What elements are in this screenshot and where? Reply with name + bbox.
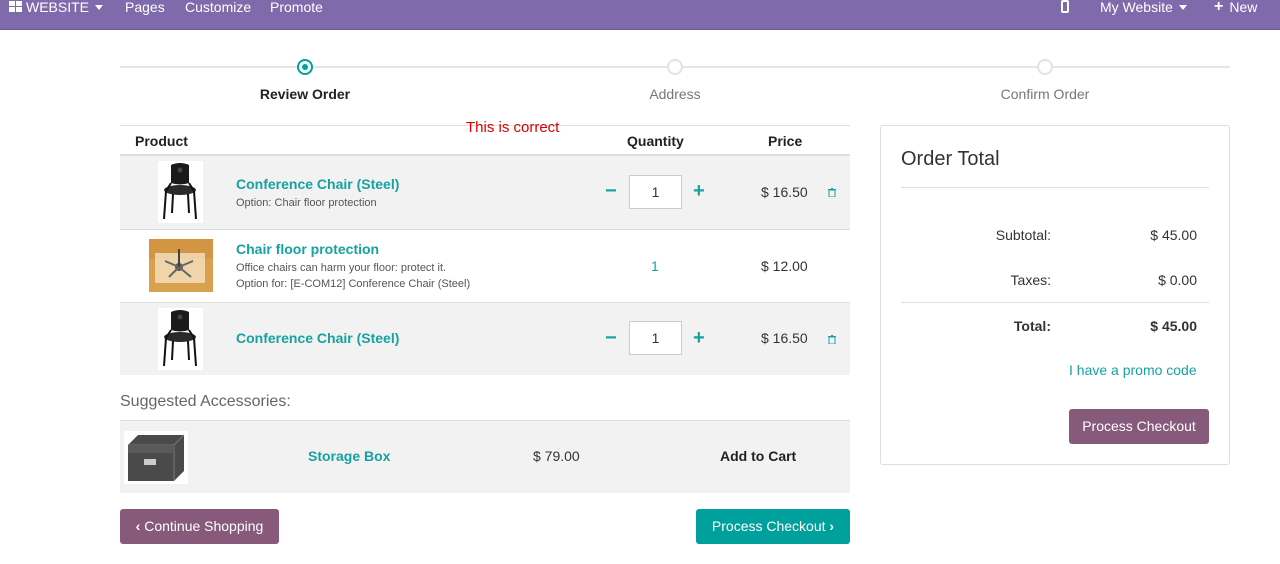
total-label: Total:: [1013, 318, 1051, 334]
quantity-value: 1: [651, 258, 659, 274]
trash-icon[interactable]: [828, 335, 836, 344]
quantity-plus-button[interactable]: +: [693, 181, 705, 201]
new-button[interactable]: + New: [1214, 0, 1257, 30]
storage-box-image: [124, 431, 188, 484]
suggested-accessories-title: Suggested Accessories:: [120, 393, 291, 410]
mobile-preview-button[interactable]: [1061, 0, 1069, 30]
caret-down-icon: [1178, 5, 1187, 10]
header-price: Price: [768, 133, 803, 149]
suggested-item-row: Storage Box $ 79.00 Add to Cart: [120, 420, 850, 493]
site-selector-label: My Website: [1100, 0, 1173, 15]
header-quantity: Quantity: [627, 133, 684, 149]
product-description: Office chairs can harm your floor: prote…: [236, 262, 447, 274]
taxes-value: $ 0.00: [1158, 272, 1197, 288]
mobile-icon: [1061, 0, 1069, 13]
order-total-title: Order Total: [901, 148, 1000, 170]
quantity-input[interactable]: 1: [629, 175, 682, 209]
cart-row: Chair floor protection Office chairs can…: [120, 230, 850, 303]
chair-image: [158, 308, 203, 370]
subtotal-value: $ 45.00: [1150, 227, 1197, 243]
quantity-minus-button[interactable]: −: [605, 328, 617, 348]
product-price: $ 12.00: [761, 258, 808, 274]
product-name-link[interactable]: Conference Chair (Steel): [236, 176, 399, 192]
product-price: $ 16.50: [761, 330, 808, 346]
cart-row: Conference Chair (Steel) − 1 + $ 16.50: [120, 303, 850, 375]
divider: [901, 187, 1209, 188]
chair-image: [158, 161, 203, 223]
wizard-step-review[interactable]: Review Order: [205, 86, 405, 102]
quantity-minus-button[interactable]: −: [605, 181, 617, 201]
trash-icon[interactable]: [828, 188, 836, 197]
product-name-link[interactable]: Chair floor protection: [236, 241, 379, 257]
continue-shopping-button[interactable]: ‹ Continue Shopping: [120, 509, 279, 544]
wizard-step-confirm[interactable]: Confirm Order: [945, 86, 1145, 102]
menu-pages[interactable]: Pages: [125, 0, 165, 30]
order-total-panel: Order Total Subtotal: $ 45.00 Taxes: $ 0…: [880, 125, 1230, 465]
product-price: $ 16.50: [761, 184, 808, 200]
menu-customize[interactable]: Customize: [185, 0, 251, 30]
continue-shopping-label: Continue Shopping: [144, 518, 264, 534]
wizard-step-address[interactable]: Address: [575, 86, 775, 102]
suggested-item-price: $ 79.00: [533, 448, 580, 464]
website-menu[interactable]: WEBSITE: [9, 0, 104, 30]
promo-code-link[interactable]: I have a promo code: [1069, 362, 1197, 378]
process-checkout-button[interactable]: Process Checkout ›: [696, 509, 850, 544]
wizard-step-confirm-dot: [1037, 59, 1053, 75]
plus-icon: +: [1214, 0, 1224, 15]
grid-icon: [9, 1, 22, 12]
website-topbar: WEBSITE Pages Customize Promote My Websi…: [0, 0, 1280, 30]
quantity-plus-button[interactable]: +: [693, 328, 705, 348]
total-value: $ 45.00: [1150, 318, 1197, 334]
chevron-left-icon: ‹: [135, 518, 141, 534]
wizard-step-address-dot: [667, 59, 683, 75]
caret-down-icon: [95, 5, 104, 10]
process-checkout-label: Process Checkout: [711, 518, 826, 534]
add-to-cart-link[interactable]: Add to Cart: [720, 448, 796, 464]
sidebar-process-checkout-button[interactable]: Process Checkout: [1069, 409, 1209, 444]
floor-protection-image: [149, 239, 213, 292]
site-selector[interactable]: My Website: [1100, 0, 1187, 30]
product-option-for: Option for: [E-COM12] Conference Chair (…: [236, 278, 471, 290]
annotation-note: This is correct: [466, 119, 560, 136]
chevron-right-icon: ›: [829, 518, 835, 534]
taxes-label: Taxes:: [1010, 272, 1051, 288]
menu-promote[interactable]: Promote: [270, 0, 323, 30]
new-label: New: [1229, 0, 1258, 15]
subtotal-label: Subtotal:: [995, 227, 1051, 243]
wizard-step-review-dot: [297, 59, 313, 75]
quantity-input[interactable]: 1: [629, 321, 682, 355]
website-menu-label: WEBSITE: [26, 0, 90, 15]
product-name-link[interactable]: Conference Chair (Steel): [236, 330, 399, 346]
suggested-item-name[interactable]: Storage Box: [308, 448, 390, 464]
cart-table: Product Quantity Price Conference Chair …: [120, 125, 850, 375]
product-description: Option: Chair floor protection: [236, 197, 377, 209]
cart-row: Conference Chair (Steel) Option: Chair f…: [120, 156, 850, 230]
header-product: Product: [135, 133, 188, 149]
divider: [901, 302, 1209, 303]
